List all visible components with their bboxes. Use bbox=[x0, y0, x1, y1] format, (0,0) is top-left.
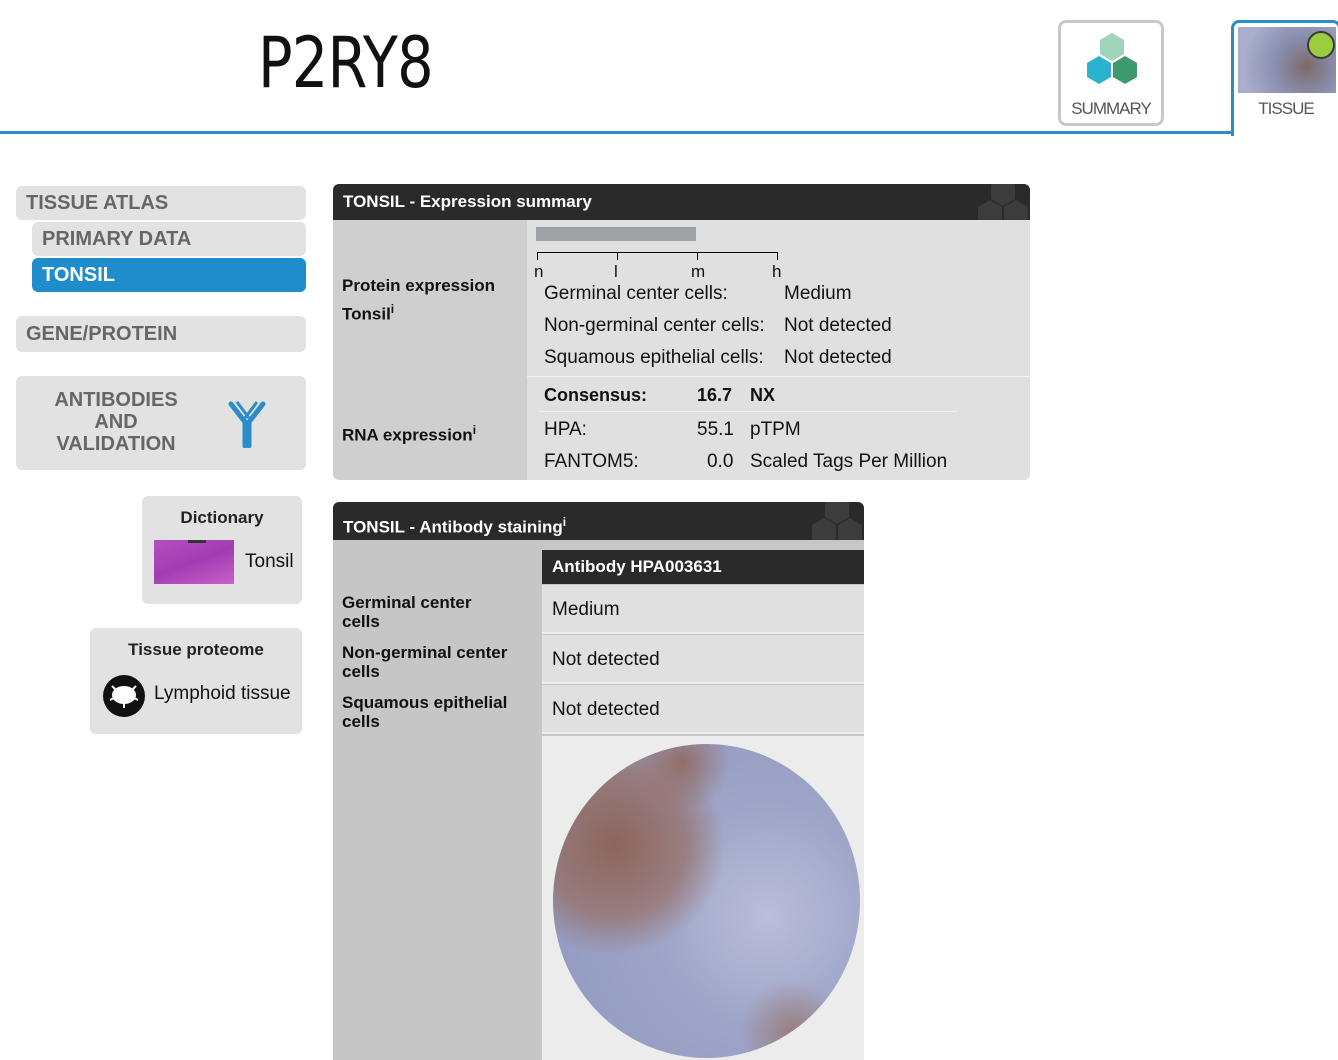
rna-expression-text: RNA expression bbox=[342, 425, 473, 445]
tab-summary[interactable]: SUMMARY bbox=[1058, 20, 1164, 126]
staining-label-line1: Non-germinal center bbox=[342, 643, 508, 662]
antibodies-label: ANTIBODIES AND VALIDATION bbox=[26, 389, 206, 455]
antibody-column-header[interactable]: Antibody HPA003631 bbox=[542, 550, 864, 584]
scale-tick bbox=[777, 252, 778, 260]
scale-label-h: h bbox=[772, 262, 782, 281]
menu-primary-data[interactable]: PRIMARY DATA bbox=[32, 222, 306, 256]
protein-expression-label-line1: Protein expression bbox=[342, 276, 496, 295]
staining-label-line2: cells bbox=[342, 612, 380, 631]
rna-source: Consensus: bbox=[544, 385, 648, 405]
staining-label-line2: cells bbox=[342, 712, 380, 731]
rna-unit: NX bbox=[750, 385, 776, 405]
header-divider bbox=[0, 131, 1232, 134]
protein-cell-type: Germinal center cells: bbox=[544, 283, 728, 304]
rna-value: 55.1 bbox=[697, 419, 734, 440]
summary-hexagons-icon bbox=[1087, 33, 1137, 84]
protein-expression-label: Protein expression Tonsili bbox=[342, 276, 495, 325]
antibodies-label-line3: VALIDATION bbox=[56, 433, 176, 455]
tissue-proteome-card[interactable]: Tissue proteome Lymphoid tissue bbox=[90, 628, 302, 734]
scale-label-m: m bbox=[691, 262, 706, 281]
antibody-icon bbox=[228, 401, 266, 448]
tab-summary-label: SUMMARY bbox=[1071, 99, 1152, 118]
antibody-staining-header: TONSIL - Antibody stainingi bbox=[333, 502, 864, 540]
rna-unit: Scaled Tags Per Million bbox=[750, 451, 948, 472]
dictionary-item-label: Tonsil bbox=[245, 551, 294, 572]
staining-label-germinal: Germinal center cells bbox=[342, 593, 471, 631]
antibody-staining-title: TONSIL - Antibody staining bbox=[343, 517, 563, 537]
expression-summary-title: TONSIL - Expression summary bbox=[343, 192, 592, 211]
scale-axis bbox=[537, 252, 777, 253]
protein-expression-tissue: Tonsil bbox=[342, 304, 391, 324]
status-dot bbox=[1307, 31, 1335, 59]
info-icon[interactable]: i bbox=[563, 515, 566, 529]
antibodies-label-line1: ANTIBODIES bbox=[54, 389, 178, 411]
rna-expression-label: RNA expressioni bbox=[342, 423, 476, 446]
lymphoid-tissue-icon bbox=[103, 675, 145, 717]
scale-tick bbox=[617, 252, 618, 260]
protein-level: Not detected bbox=[784, 347, 892, 368]
protein-level: Not detected bbox=[784, 315, 892, 336]
menu-tonsil[interactable]: TONSIL bbox=[32, 258, 306, 292]
staining-label-squamous: Squamous epithelial cells bbox=[342, 693, 507, 731]
gene-title: P2RY8 bbox=[258, 22, 434, 104]
staining-value: Not detected bbox=[552, 649, 660, 670]
tissue-staining-image[interactable] bbox=[553, 744, 860, 1058]
hexagon-decoration-icon bbox=[978, 184, 1028, 220]
rna-value: 0.0 bbox=[707, 451, 734, 472]
staining-value: Not detected bbox=[552, 699, 660, 720]
dictionary-title: Dictionary bbox=[180, 508, 264, 527]
tab-tissue[interactable]: TISSUE bbox=[1231, 20, 1338, 136]
staining-row: Not detected bbox=[542, 635, 864, 684]
staining-label-non-germinal: Non-germinal center cells bbox=[342, 643, 507, 681]
info-icon[interactable]: i bbox=[473, 423, 476, 437]
scale-label-l: l bbox=[614, 262, 618, 281]
scale-label-n: n bbox=[534, 262, 544, 281]
protein-cell-type: Squamous epithelial cells: bbox=[544, 347, 764, 368]
staining-row: Not detected bbox=[542, 685, 864, 734]
protein-expression-label-line2: Tonsili bbox=[342, 302, 495, 325]
rna-unit: pTPM bbox=[750, 419, 801, 440]
row-divider bbox=[527, 376, 1030, 377]
scale-tick bbox=[697, 252, 698, 260]
rna-value: 16.7 bbox=[697, 385, 733, 405]
rna-source: FANTOM5: bbox=[544, 451, 639, 472]
menu-gene-protein[interactable]: GENE/PROTEIN bbox=[16, 316, 306, 352]
tissue-proteome-item-label: Lymphoid tissue bbox=[154, 683, 291, 704]
protein-level-bar bbox=[536, 227, 696, 241]
staining-label-line1: Germinal center bbox=[342, 593, 472, 612]
staining-label-line2: cells bbox=[342, 662, 380, 681]
protein-cell-type: Non-germinal center cells: bbox=[544, 315, 765, 336]
staining-label-line1: Squamous epithelial bbox=[342, 693, 508, 712]
antibodies-label-line2: AND bbox=[94, 411, 138, 433]
info-icon[interactable]: i bbox=[391, 302, 394, 316]
row-divider bbox=[539, 411, 957, 412]
staining-row: Medium bbox=[542, 585, 864, 634]
tonsil-dictionary-image bbox=[154, 540, 234, 584]
dictionary-card[interactable]: Dictionary Tonsil bbox=[142, 496, 302, 604]
tab-tissue-label: TISSUE bbox=[1258, 99, 1314, 118]
rna-source: HPA: bbox=[544, 419, 587, 440]
menu-tissue-atlas[interactable]: TISSUE ATLAS bbox=[16, 186, 306, 220]
menu-antibodies-validation[interactable]: ANTIBODIES AND VALIDATION bbox=[16, 376, 306, 470]
scale-tick bbox=[537, 252, 538, 260]
hexagon-decoration-icon bbox=[812, 502, 862, 540]
expression-summary-header: TONSIL - Expression summary bbox=[333, 184, 1030, 220]
protein-level: Medium bbox=[784, 283, 852, 304]
tissue-proteome-title: Tissue proteome bbox=[128, 640, 264, 659]
staining-value: Medium bbox=[552, 599, 620, 620]
